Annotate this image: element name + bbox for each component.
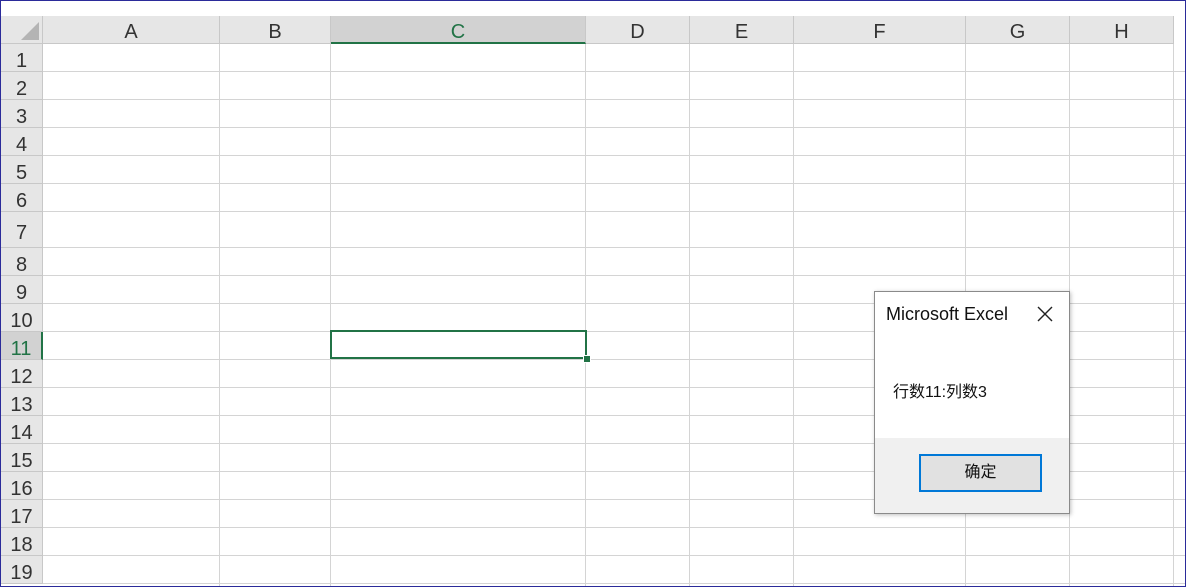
row-header-4[interactable]: 4 <box>1 128 43 156</box>
row-gridline <box>43 183 1185 184</box>
dialog-footer: 确定 <box>875 438 1069 513</box>
column-header-f[interactable]: F <box>794 16 966 44</box>
row-header-2[interactable]: 2 <box>1 72 43 100</box>
excel-window: ABCDEFGH 1 2 3 4 5 6 7 8 9 10 11 12 13 14 15 16 17 18 19 M… <box>0 0 1186 587</box>
column-header-b[interactable]: B <box>220 16 331 44</box>
column-gridline <box>793 44 794 586</box>
dialog-message: 行数11:列数3 <box>893 384 987 401</box>
row-header-14[interactable]: 14 <box>1 416 43 444</box>
row-header-8[interactable]: 8 <box>1 248 43 276</box>
column-gridline <box>689 44 690 586</box>
message-box-dialog: Microsoft Excel 行数11:列数3 确定 <box>874 291 1070 514</box>
row-header-13[interactable]: 13 <box>1 388 43 416</box>
column-header-e[interactable]: E <box>690 16 794 44</box>
close-icon[interactable] <box>1035 304 1055 324</box>
column-header-h[interactable]: H <box>1070 16 1174 44</box>
row-header-9[interactable]: 9 <box>1 276 43 304</box>
select-all-triangle-icon <box>21 22 39 40</box>
row-gridline <box>43 555 1185 556</box>
column-header-c[interactable]: C <box>331 16 586 44</box>
row-header-6[interactable]: 6 <box>1 184 43 212</box>
active-cell-c11[interactable] <box>330 330 587 359</box>
row-gridline <box>43 527 1185 528</box>
row-gridline <box>43 583 1185 584</box>
column-gridline <box>1173 44 1174 586</box>
row-header-12[interactable]: 12 <box>1 360 43 388</box>
ok-button[interactable]: 确定 <box>919 454 1042 492</box>
row-header-7[interactable]: 7 <box>1 212 43 248</box>
row-gridline <box>43 275 1185 276</box>
row-header-15[interactable]: 15 <box>1 444 43 472</box>
fill-handle[interactable] <box>583 355 591 363</box>
row-header-5[interactable]: 5 <box>1 156 43 184</box>
row-header-11[interactable]: 11 <box>1 332 43 360</box>
row-header-3[interactable]: 3 <box>1 100 43 128</box>
top-strip <box>1 1 1185 16</box>
row-header-18[interactable]: 18 <box>1 528 43 556</box>
row-gridline <box>43 211 1185 212</box>
row-gridline <box>43 99 1185 100</box>
row-gridline <box>43 127 1185 128</box>
column-gridline <box>330 44 331 586</box>
row-header-17[interactable]: 17 <box>1 500 43 528</box>
column-header-a[interactable]: A <box>43 16 220 44</box>
column-header-g[interactable]: G <box>966 16 1070 44</box>
row-header-10[interactable]: 10 <box>1 304 43 332</box>
row-header-19[interactable]: 19 <box>1 556 43 584</box>
row-gridline <box>43 155 1185 156</box>
row-gridline <box>43 71 1185 72</box>
column-header-d[interactable]: D <box>586 16 690 44</box>
row-header-1[interactable]: 1 <box>1 44 43 72</box>
select-all-corner[interactable] <box>1 16 43 44</box>
column-gridline <box>219 44 220 586</box>
dialog-title: Microsoft Excel <box>886 304 1009 324</box>
row-header-16[interactable]: 16 <box>1 472 43 500</box>
column-gridline <box>585 44 586 586</box>
row-gridline <box>43 247 1185 248</box>
